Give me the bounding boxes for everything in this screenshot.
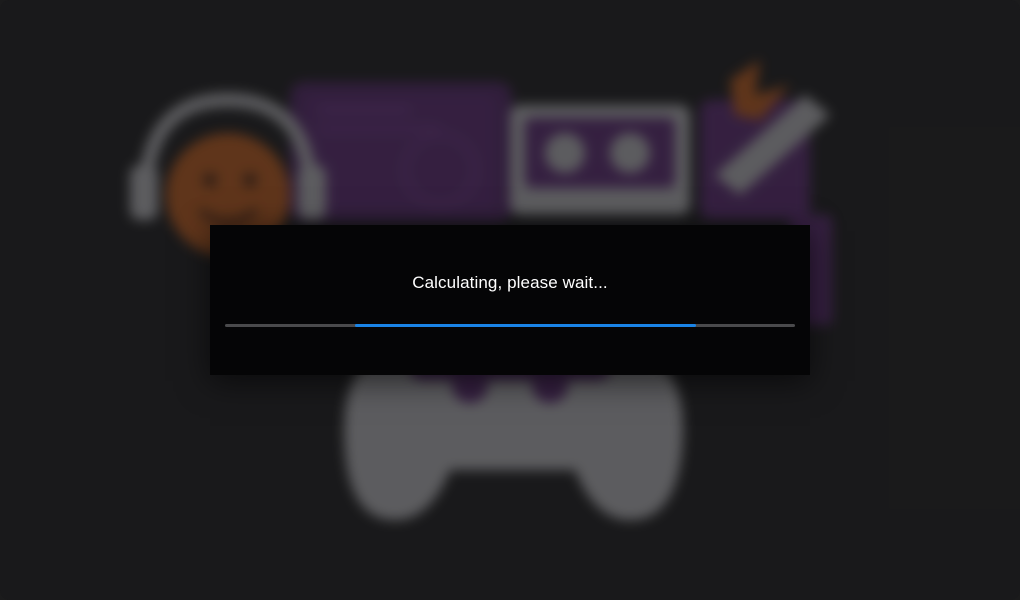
progress-bar-fill — [354, 324, 697, 327]
progress-bar-track — [225, 324, 795, 327]
progress-dialog: Calculating, please wait... — [210, 225, 810, 375]
progress-message: Calculating, please wait... — [412, 273, 608, 292]
app-window: Calculating, please wait... — [0, 0, 1020, 600]
